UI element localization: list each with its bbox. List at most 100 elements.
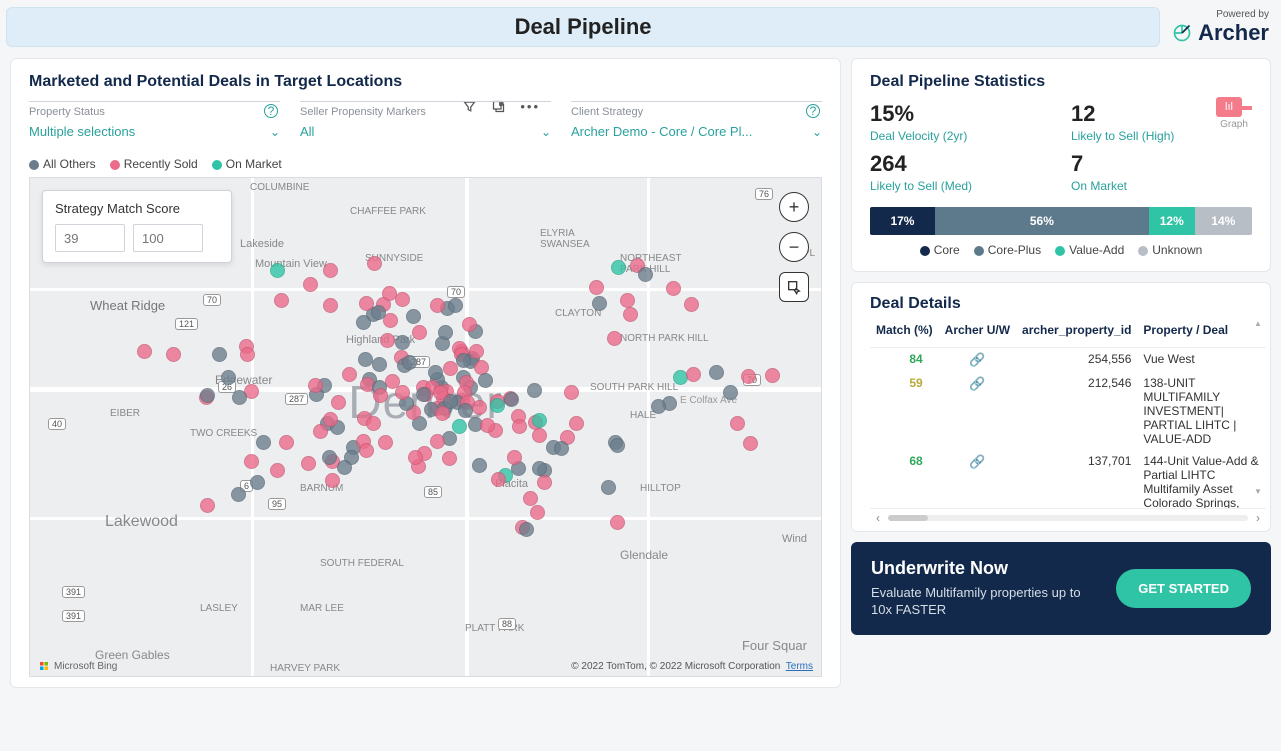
filter-value-dropdown[interactable]: All ⌄ <box>300 124 551 139</box>
map-deal-marker[interactable] <box>611 260 626 275</box>
map-deal-marker[interactable] <box>200 388 215 403</box>
map-deal-marker[interactable] <box>240 347 255 362</box>
map-deal-marker[interactable] <box>342 367 357 382</box>
map-deal-marker[interactable] <box>686 367 701 382</box>
map-deal-marker[interactable] <box>433 385 448 400</box>
map-deal-marker[interactable] <box>256 435 271 450</box>
map-deal-marker[interactable] <box>231 487 246 502</box>
map-deal-marker[interactable] <box>359 443 374 458</box>
map-deal-marker[interactable] <box>378 435 393 450</box>
map-deal-marker[interactable] <box>408 450 423 465</box>
map-deal-marker[interactable] <box>337 460 352 475</box>
map-deal-marker[interactable] <box>356 315 371 330</box>
map-deal-marker[interactable] <box>607 331 622 346</box>
map-deal-marker[interactable] <box>523 491 538 506</box>
help-icon[interactable]: ? <box>806 104 820 118</box>
map-deal-marker[interactable] <box>507 450 522 465</box>
map-deal-marker[interactable] <box>380 333 395 348</box>
get-started-button[interactable]: GET STARTED <box>1116 569 1251 608</box>
map-deal-marker[interactable] <box>666 281 681 296</box>
map-deal-marker[interactable] <box>723 385 738 400</box>
map-deal-marker[interactable] <box>490 398 505 413</box>
map-deal-marker[interactable] <box>589 280 604 295</box>
map-deal-marker[interactable] <box>395 335 410 350</box>
terms-link[interactable]: Terms <box>786 661 813 672</box>
map-deal-marker[interactable] <box>537 475 552 490</box>
map-deal-marker[interactable] <box>478 373 493 388</box>
area-select-button[interactable] <box>779 272 809 302</box>
map-deal-marker[interactable] <box>331 395 346 410</box>
map-deal-marker[interactable] <box>166 347 181 362</box>
map-deal-marker[interactable] <box>250 475 265 490</box>
map-deal-marker[interactable] <box>303 277 318 292</box>
map-deal-marker[interactable] <box>527 383 542 398</box>
filter-property-status[interactable]: ? Property Status Multiple selections ⌄ <box>29 101 280 139</box>
map-deal-marker[interactable] <box>610 438 625 453</box>
filter-value-dropdown[interactable]: Multiple selections ⌄ <box>29 124 280 139</box>
map-deal-marker[interactable] <box>372 357 387 372</box>
help-icon[interactable]: ? <box>264 104 278 118</box>
map-deal-marker[interactable] <box>610 515 625 530</box>
map-deal-marker[interactable] <box>200 498 215 513</box>
deals-map[interactable]: Denver COLUMBINE CHAFFEE PARK ELYRIASWAN… <box>29 177 822 677</box>
map-deal-marker[interactable] <box>371 305 386 320</box>
map-deal-marker[interactable] <box>274 293 289 308</box>
map-deal-marker[interactable] <box>313 424 328 439</box>
map-deal-marker[interactable] <box>504 392 519 407</box>
filter-value-dropdown[interactable]: Archer Demo - Core / Core Pl... ⌄ <box>571 124 822 139</box>
link-icon[interactable]: 🔗 <box>969 376 985 391</box>
map-deal-marker[interactable] <box>564 385 579 400</box>
map-deal-marker[interactable] <box>472 458 487 473</box>
col-deal[interactable]: Property / Deal <box>1137 319 1266 348</box>
map-deal-marker[interactable] <box>366 416 381 431</box>
map-deal-marker[interactable] <box>279 435 294 450</box>
score-min-input[interactable] <box>55 224 125 252</box>
map-deal-marker[interactable] <box>323 263 338 278</box>
map-deal-marker[interactable] <box>743 436 758 451</box>
graph-toggle[interactable]: lıl Graph <box>1216 97 1252 130</box>
col-propid[interactable]: archer_property_id <box>1016 319 1137 348</box>
link-icon[interactable]: 🔗 <box>969 454 985 469</box>
zoom-out-button[interactable]: − <box>779 232 809 262</box>
filter-seller-propensity[interactable]: Seller Propensity Markers All ⌄ <box>300 101 551 139</box>
table-row[interactable]: 68🔗137,701144-Unit Value-Add & Partial L… <box>870 450 1266 509</box>
map-deal-marker[interactable] <box>532 428 547 443</box>
table-vertical-scrollbar[interactable] <box>1254 319 1262 496</box>
map-deal-marker[interactable] <box>438 325 453 340</box>
scroll-left-icon[interactable]: ‹ <box>876 511 880 525</box>
map-deal-marker[interactable] <box>412 325 427 340</box>
map-deal-marker[interactable] <box>244 454 259 469</box>
map-deal-marker[interactable] <box>232 390 247 405</box>
map-deal-marker[interactable] <box>358 352 373 367</box>
map-deal-marker[interactable] <box>532 413 547 428</box>
map-deal-marker[interactable] <box>730 416 745 431</box>
table-row[interactable]: 59🔗212,546138-UNIT MULTIFAMILY INVESTMEN… <box>870 372 1266 450</box>
map-deal-marker[interactable] <box>623 307 638 322</box>
col-uw[interactable]: Archer U/W <box>939 319 1016 348</box>
map-deal-marker[interactable] <box>406 309 421 324</box>
map-deal-marker[interactable] <box>620 293 635 308</box>
map-deal-marker[interactable] <box>430 434 445 449</box>
map-deal-marker[interactable] <box>480 418 495 433</box>
table-horizontal-scrollbar[interactable]: ‹ › <box>870 509 1266 527</box>
map-deal-marker[interactable] <box>416 387 431 402</box>
map-deal-marker[interactable] <box>651 399 666 414</box>
map-deal-marker[interactable] <box>569 416 584 431</box>
map-deal-marker[interactable] <box>491 472 506 487</box>
map-deal-marker[interactable] <box>741 369 756 384</box>
score-max-input[interactable] <box>133 224 203 252</box>
map-deal-marker[interactable] <box>448 298 463 313</box>
map-deal-marker[interactable] <box>458 403 473 418</box>
map-deal-marker[interactable] <box>325 473 340 488</box>
map-deal-marker[interactable] <box>221 370 236 385</box>
map-deal-marker[interactable] <box>592 296 607 311</box>
map-deal-marker[interactable] <box>456 353 471 368</box>
map-deal-marker[interactable] <box>137 344 152 359</box>
col-match[interactable]: Match (%) <box>870 319 939 348</box>
map-deal-marker[interactable] <box>469 344 484 359</box>
filter-client-strategy[interactable]: ? Client Strategy Archer Demo - Core / C… <box>571 101 822 139</box>
map-deal-marker[interactable] <box>554 441 569 456</box>
map-deal-marker[interactable] <box>601 480 616 495</box>
map-deal-marker[interactable] <box>367 256 382 271</box>
map-deal-marker[interactable] <box>442 451 457 466</box>
